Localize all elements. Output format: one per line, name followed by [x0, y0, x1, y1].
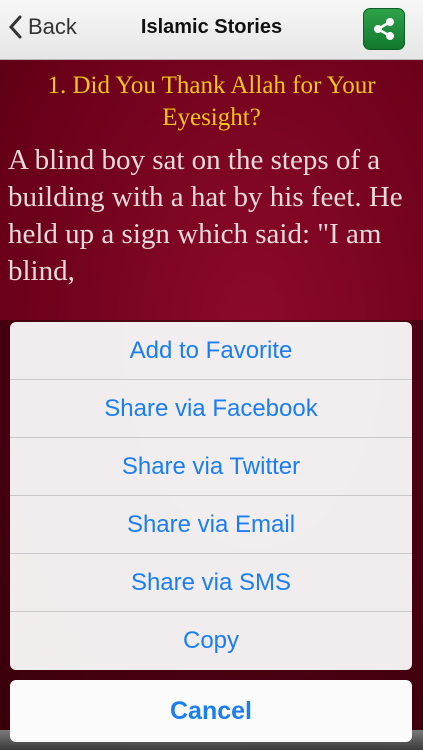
share-sms-button[interactable]: Share via SMS — [10, 554, 412, 612]
add-to-favorite-button[interactable]: Add to Favorite — [10, 322, 412, 380]
action-sheet: Add to Favorite Share via Facebook Share… — [10, 322, 412, 670]
share-facebook-button[interactable]: Share via Facebook — [10, 380, 412, 438]
share-twitter-button[interactable]: Share via Twitter — [10, 438, 412, 496]
share-button[interactable] — [363, 8, 405, 50]
copy-button[interactable]: Copy — [10, 612, 412, 670]
navigation-bar: Back Islamic Stories — [0, 0, 423, 60]
story-body: A blind boy sat on the steps of a buildi… — [8, 144, 403, 287]
story-title: 1. Did You Thank Allah for Your Eyesight… — [47, 72, 376, 131]
share-icon — [374, 18, 394, 40]
cancel-button[interactable]: Cancel — [10, 680, 412, 742]
share-email-button[interactable]: Share via Email — [10, 496, 412, 554]
page-title: Islamic Stories — [140, 16, 283, 38]
